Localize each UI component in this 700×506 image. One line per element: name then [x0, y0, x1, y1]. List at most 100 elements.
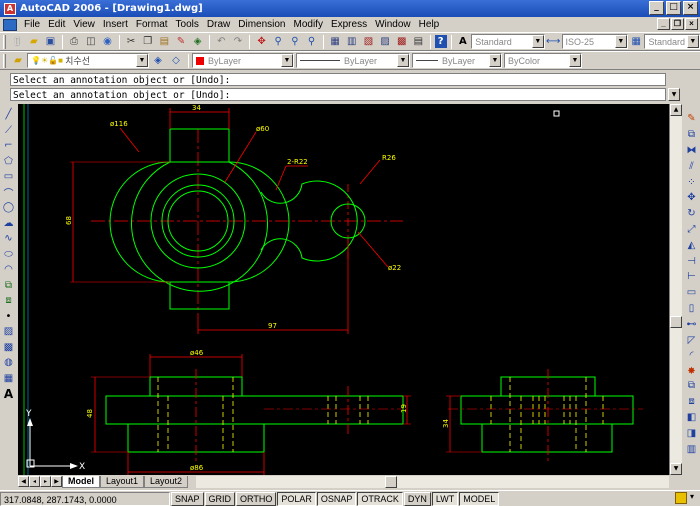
send-back-icon[interactable]: ⧈	[683, 394, 700, 410]
drawing-area[interactable]: 34 ø116 ø60 2-R22 R26 ø22 68 97 ø46 48 ø…	[18, 104, 669, 475]
zoom-realtime-icon[interactable]: ⚲	[271, 34, 286, 49]
hatch-icon[interactable]: ▨	[0, 324, 17, 340]
pan-icon[interactable]: ✥	[254, 34, 269, 49]
command-input[interactable]: Select an annotation object or [Undo]:	[10, 88, 666, 101]
extend-icon[interactable]: ⊢	[683, 269, 700, 285]
next-tab-button[interactable]: ▸	[40, 476, 51, 487]
menu-express[interactable]: Express	[327, 19, 371, 30]
gradient-icon[interactable]: ▩	[0, 340, 17, 356]
menu-modify[interactable]: Modify	[290, 19, 327, 30]
circle-icon[interactable]: ◯	[0, 200, 17, 216]
prev-tab-button[interactable]: ◂	[29, 476, 40, 487]
polyline-icon[interactable]: ⌐	[0, 138, 17, 154]
copy-icon[interactable]: ❐	[140, 34, 155, 49]
bring-front-icon[interactable]: ⧉	[683, 378, 700, 394]
sheet-set-icon[interactable]: ▨	[378, 34, 393, 49]
plot-icon[interactable]: ⎙	[67, 34, 82, 49]
table-style-select[interactable]: Standard ▼	[644, 34, 700, 49]
snap-toggle[interactable]: SNAP	[171, 491, 204, 506]
trim-icon[interactable]: ⊣	[683, 253, 700, 269]
block-editor-icon[interactable]: ◈	[190, 34, 205, 49]
menu-insert[interactable]: Insert	[99, 19, 132, 30]
table-style-icon[interactable]: ▦	[629, 34, 644, 49]
make-current-icon[interactable]: ◈	[150, 53, 166, 68]
undo-icon[interactable]: ↶	[214, 34, 229, 49]
open-icon[interactable]: ▰	[27, 34, 42, 49]
dyn-toggle[interactable]: DYN	[403, 491, 431, 506]
menu-edit[interactable]: Edit	[44, 19, 69, 30]
spline-icon[interactable]: ∿	[0, 231, 17, 247]
document-icon[interactable]	[3, 18, 17, 31]
polar-toggle[interactable]: POLAR	[277, 491, 316, 506]
construction-line-icon[interactable]: ⟋	[0, 123, 17, 139]
markup-icon[interactable]: ▩	[394, 34, 409, 49]
menu-help[interactable]: Help	[415, 19, 444, 30]
menu-file[interactable]: File	[20, 19, 44, 30]
help-icon[interactable]: ?	[434, 35, 447, 48]
tab-layout1[interactable]: Layout1	[100, 475, 145, 488]
close-button[interactable]: ×	[683, 1, 698, 15]
minimize-button[interactable]: _	[649, 1, 664, 15]
menu-format[interactable]: Format	[132, 19, 172, 30]
ortho-toggle[interactable]: ORTHO	[236, 491, 277, 506]
linetype-select[interactable]: ByLayer ▼	[296, 53, 410, 68]
region-icon[interactable]: ◍	[0, 355, 17, 371]
multiline-text-icon[interactable]: A	[0, 386, 17, 402]
array-icon[interactable]: ⁘	[683, 174, 700, 190]
toolbar-grip[interactable]	[3, 53, 6, 68]
horizontal-scrollbar[interactable]	[196, 475, 669, 488]
tab-model[interactable]: Model	[62, 475, 100, 488]
cut-icon[interactable]: ✂	[124, 34, 139, 49]
otrack-toggle[interactable]: OTRACK	[357, 491, 403, 506]
paste-icon[interactable]: ▤	[157, 34, 172, 49]
text-style-select[interactable]: Standard ▼	[471, 34, 545, 49]
text-style-icon[interactable]: A	[456, 34, 471, 49]
move-icon[interactable]: ✥	[683, 190, 700, 206]
scale-icon[interactable]: ⤢	[683, 222, 700, 238]
osnap-toggle[interactable]: OSNAP	[316, 491, 357, 506]
model-toggle[interactable]: MODEL	[459, 491, 500, 506]
mirror-icon[interactable]: ⧓	[683, 143, 700, 159]
lineweight-select[interactable]: ByLayer ▼	[412, 53, 502, 68]
maximize-button[interactable]: □	[666, 1, 681, 15]
zoom-window-icon[interactable]: ⚲	[288, 34, 303, 49]
coordinate-readout[interactable]: 317.0848, 287.1743, 0.0000	[0, 491, 170, 506]
point-icon[interactable]: •	[0, 309, 17, 325]
menu-draw[interactable]: Draw	[203, 19, 234, 30]
scroll-thumb[interactable]	[385, 475, 398, 488]
preview-icon[interactable]: ◫	[83, 34, 98, 49]
layer-manager-icon[interactable]: ▰	[10, 53, 26, 68]
doc-close-button[interactable]: ×	[685, 18, 698, 30]
layer-previous-icon[interactable]: ◇	[168, 53, 184, 68]
color-select[interactable]: ByLayer ▼	[192, 53, 294, 68]
send-under-icon[interactable]: ◨	[683, 425, 700, 441]
stretch-icon[interactable]: ◭	[683, 237, 700, 253]
properties-icon[interactable]: ▦	[328, 34, 343, 49]
menu-dimension[interactable]: Dimension	[234, 19, 289, 30]
zoom-previous-icon[interactable]: ⚲	[304, 34, 319, 49]
vertical-scrollbar[interactable]: ▲ ▼	[669, 104, 682, 475]
save-icon[interactable]: ▣	[43, 34, 58, 49]
offset-icon[interactable]: ⫽	[683, 158, 700, 174]
tab-layout2[interactable]: Layout2	[144, 475, 189, 488]
plotstyle-select[interactable]: ByColor ▼	[504, 53, 582, 68]
break-at-point-icon[interactable]: ▭	[683, 285, 700, 301]
doc-minimize-button[interactable]: _	[657, 18, 670, 30]
arc-icon[interactable]: ⌒	[0, 185, 17, 201]
first-tab-button[interactable]: ◀	[18, 476, 29, 487]
bring-above-icon[interactable]: ◧	[683, 410, 700, 426]
dim-style-select[interactable]: ISO-25 ▼	[561, 34, 628, 49]
join-icon[interactable]: ⊷	[683, 316, 700, 332]
scroll-down-button[interactable]: ▼	[670, 463, 682, 475]
insert-block-icon[interactable]: ⧉	[0, 278, 17, 294]
ellipse-arc-icon[interactable]: ◠	[0, 262, 17, 278]
menu-tools[interactable]: Tools	[172, 19, 203, 30]
toolbar-grip[interactable]	[3, 34, 6, 49]
lwt-toggle[interactable]: LWT	[431, 491, 459, 506]
tray-settings-icon[interactable]: ▾	[690, 492, 694, 504]
dim-style-icon[interactable]: ⟷	[546, 34, 561, 49]
fillet-icon[interactable]: ◜	[683, 348, 700, 364]
publish-icon[interactable]: ◉	[100, 34, 115, 49]
scroll-up-button[interactable]: ▲	[670, 104, 682, 116]
copy-object-icon[interactable]: ⧉	[683, 127, 700, 143]
